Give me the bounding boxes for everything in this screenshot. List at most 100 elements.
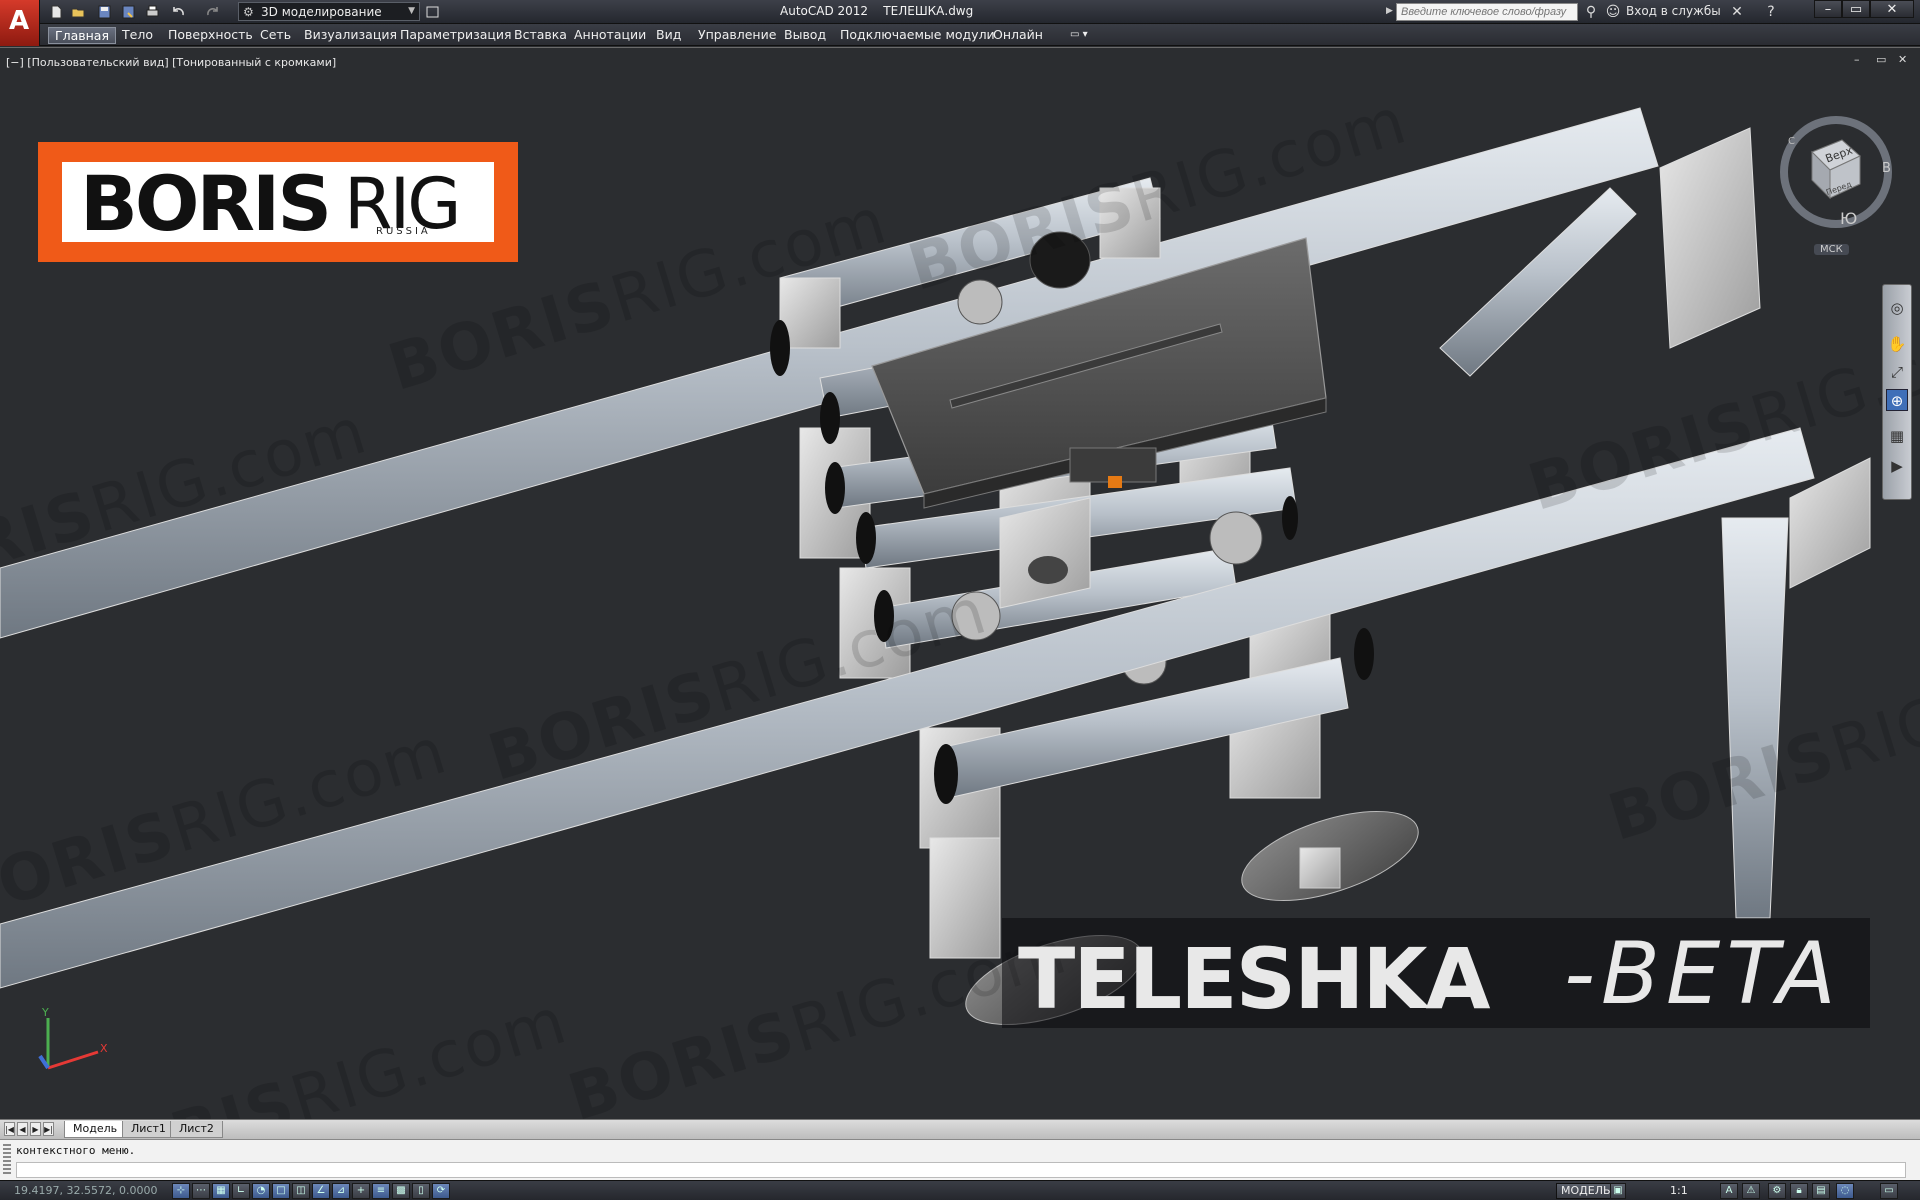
tab-model[interactable]: Модель bbox=[64, 1121, 127, 1138]
ucs-icon: Y X bbox=[38, 1008, 108, 1070]
next-tab-icon[interactable]: ▶ bbox=[30, 1122, 41, 1136]
product-banner: TELESHKA -BETA bbox=[1002, 918, 1870, 1028]
transparency-icon[interactable]: ▩ bbox=[392, 1183, 410, 1199]
zoom-icon[interactable]: ⤢ bbox=[1886, 361, 1908, 383]
workspace-dropdown[interactable]: ⚙ 3D моделирование ▼ bbox=[238, 2, 420, 21]
command-history: контекстного меню. bbox=[16, 1144, 136, 1157]
lineweight-icon[interactable]: ≡ bbox=[372, 1183, 390, 1199]
window-title: AutoCAD 2012 ТЕЛЕШКА.dwg bbox=[780, 4, 974, 18]
annotation-scale[interactable]: 1:1 bbox=[1670, 1184, 1688, 1197]
layout-tabs-bar: |◀ ◀ ▶ ▶| Модель Лист1 Лист2 bbox=[0, 1119, 1920, 1139]
prev-tab-icon[interactable]: ◀ bbox=[17, 1122, 28, 1136]
tab-surface[interactable]: Поверхность bbox=[162, 27, 259, 44]
ucs-y-label: Y bbox=[41, 1008, 49, 1019]
first-tab-icon[interactable]: |◀ bbox=[4, 1122, 15, 1136]
last-tab-icon[interactable]: ▶| bbox=[43, 1122, 54, 1136]
ortho-icon[interactable]: ∟ bbox=[232, 1183, 250, 1199]
coordinate-readout[interactable]: 19.4197, 32.5572, 0.0000 bbox=[14, 1184, 157, 1197]
command-line: контекстного меню. bbox=[0, 1139, 1920, 1180]
compass-east[interactable]: В bbox=[1882, 161, 1891, 176]
viewport-label[interactable]: [−] [Пользовательский вид] [Тонированный… bbox=[6, 56, 336, 69]
brand-logo-bold: BORIS bbox=[80, 159, 332, 248]
quick-properties-icon[interactable]: ▯ bbox=[412, 1183, 430, 1199]
binoculars-icon[interactable]: ⚲ bbox=[1582, 3, 1600, 21]
title-bar: ⚙ 3D моделирование ▼ AutoCAD 2012 ТЕЛЕШК… bbox=[0, 0, 1920, 24]
showmotion-icon[interactable]: ▦ bbox=[1886, 425, 1908, 447]
navigation-bar: ◎ ✋ ⤢ ⊕ ▦ ▶ bbox=[1882, 284, 1912, 500]
isolate-objects-icon[interactable]: ◌ bbox=[1836, 1183, 1854, 1199]
viewport-maximize-icon[interactable]: ▭ bbox=[1876, 53, 1886, 66]
tab-annotate[interactable]: Аннотации bbox=[568, 27, 652, 44]
tab-layout1[interactable]: Лист1 bbox=[122, 1121, 175, 1138]
play-icon[interactable]: ▶ bbox=[1886, 455, 1908, 477]
minimize-button[interactable]: – bbox=[1814, 0, 1842, 18]
status-bar: 19.4197, 32.5572, 0.0000 ⊹ ⋯ ▦ ∟ ◔ □ ◫ ∠… bbox=[0, 1180, 1920, 1200]
tab-solid[interactable]: Тело bbox=[116, 27, 159, 44]
wcs-menu[interactable]: МСК bbox=[1814, 244, 1849, 255]
signin-link[interactable]: Вход в службы bbox=[1626, 4, 1721, 18]
tab-home[interactable]: Главная bbox=[48, 27, 116, 44]
tab-online[interactable]: Онлайн bbox=[987, 27, 1049, 44]
open-file-icon[interactable] bbox=[70, 4, 87, 20]
compass-south[interactable]: Ю bbox=[1840, 209, 1857, 228]
gear-icon: ⚙ bbox=[243, 5, 254, 19]
lock-icon[interactable]: 🔒︎ bbox=[1790, 1183, 1808, 1199]
tab-mesh[interactable]: Сеть bbox=[254, 27, 297, 44]
auto-scale-icon[interactable]: ⚠ bbox=[1742, 1183, 1760, 1199]
close-button[interactable]: ✕ bbox=[1870, 0, 1914, 18]
3d-osnap-icon[interactable]: ◫ bbox=[292, 1183, 310, 1199]
otrack-icon[interactable]: ∠ bbox=[312, 1183, 330, 1199]
clean-screen-icon[interactable]: ▭ bbox=[1880, 1183, 1898, 1199]
polar-icon[interactable]: ◔ bbox=[252, 1183, 270, 1199]
viewport-close-icon[interactable]: ✕ bbox=[1898, 53, 1907, 66]
viewcube[interactable]: Верх Перед С В Ю bbox=[1776, 112, 1896, 232]
tab-output[interactable]: Вывод bbox=[778, 27, 832, 44]
tab-plugins[interactable]: Подключаемые модули bbox=[834, 27, 1001, 44]
workspace-switch-icon[interactable]: ⚙ bbox=[1768, 1183, 1786, 1199]
undo-icon[interactable] bbox=[170, 4, 187, 20]
tab-insert[interactable]: Вставка bbox=[508, 27, 573, 44]
save-as-icon[interactable] bbox=[120, 4, 137, 20]
new-file-icon[interactable] bbox=[48, 4, 65, 20]
search-input[interactable] bbox=[1396, 3, 1578, 21]
dyn-icon[interactable]: + bbox=[352, 1183, 370, 1199]
ducs-icon[interactable]: ⊿ bbox=[332, 1183, 350, 1199]
search-expand-icon[interactable]: ▶ bbox=[1386, 6, 1393, 16]
tab-view[interactable]: Вид bbox=[650, 27, 687, 44]
viewport-minimize-icon[interactable]: – bbox=[1854, 53, 1860, 66]
print-icon[interactable] bbox=[144, 4, 161, 20]
banner-subtitle: -BETA bbox=[1564, 924, 1842, 1024]
osnap-icon[interactable]: □ bbox=[272, 1183, 290, 1199]
user-icon[interactable]: ☺ bbox=[1604, 3, 1622, 21]
help-icon[interactable]: ? bbox=[1762, 3, 1780, 21]
grid-icon[interactable]: ▦ bbox=[212, 1183, 230, 1199]
application-menu-button[interactable]: A bbox=[0, 0, 40, 46]
selection-cycling-icon[interactable]: ⟳ bbox=[432, 1183, 450, 1199]
model-space-toggle[interactable]: МОДЕЛЬ bbox=[1556, 1183, 1616, 1199]
tab-layout2[interactable]: Лист2 bbox=[170, 1121, 223, 1138]
redo-icon[interactable] bbox=[204, 4, 221, 20]
annotation-visibility-icon[interactable]: A bbox=[1720, 1183, 1738, 1199]
infer-constraints-icon[interactable]: ⊹ bbox=[172, 1183, 190, 1199]
workspace-extra-icon[interactable] bbox=[424, 4, 441, 20]
command-line-grip[interactable] bbox=[3, 1144, 11, 1176]
ribbon-toggle-icon[interactable]: ▭ ▾ bbox=[1064, 27, 1094, 44]
maximize-button[interactable]: ▭ bbox=[1842, 0, 1870, 18]
compass-north[interactable]: С bbox=[1788, 136, 1795, 147]
pan-icon[interactable]: ✋ bbox=[1886, 333, 1908, 355]
drawing-viewport[interactable]: [−] [Пользовательский вид] [Тонированный… bbox=[0, 47, 1920, 1119]
tab-parametric[interactable]: Параметризация bbox=[394, 27, 518, 44]
workspace-value: 3D моделирование bbox=[261, 5, 382, 19]
orbit-icon[interactable]: ⊕ bbox=[1886, 389, 1908, 411]
hardware-accel-icon[interactable]: ▤ bbox=[1812, 1183, 1830, 1199]
exchange-icon[interactable]: ✕ bbox=[1728, 3, 1746, 21]
model-icon[interactable]: ▣ bbox=[1610, 1183, 1626, 1199]
save-icon[interactable] bbox=[96, 4, 113, 20]
ribbon-tabs: Главная Тело Поверхность Сеть Визуализац… bbox=[40, 24, 1920, 46]
steering-wheel-icon[interactable]: ◎ bbox=[1886, 297, 1908, 319]
tab-visualize[interactable]: Визуализация bbox=[298, 27, 403, 44]
snap-icon[interactable]: ⋯ bbox=[192, 1183, 210, 1199]
ucs-x-label: X bbox=[100, 1042, 108, 1055]
command-input[interactable] bbox=[16, 1162, 1906, 1178]
tab-manage[interactable]: Управление bbox=[692, 27, 782, 44]
